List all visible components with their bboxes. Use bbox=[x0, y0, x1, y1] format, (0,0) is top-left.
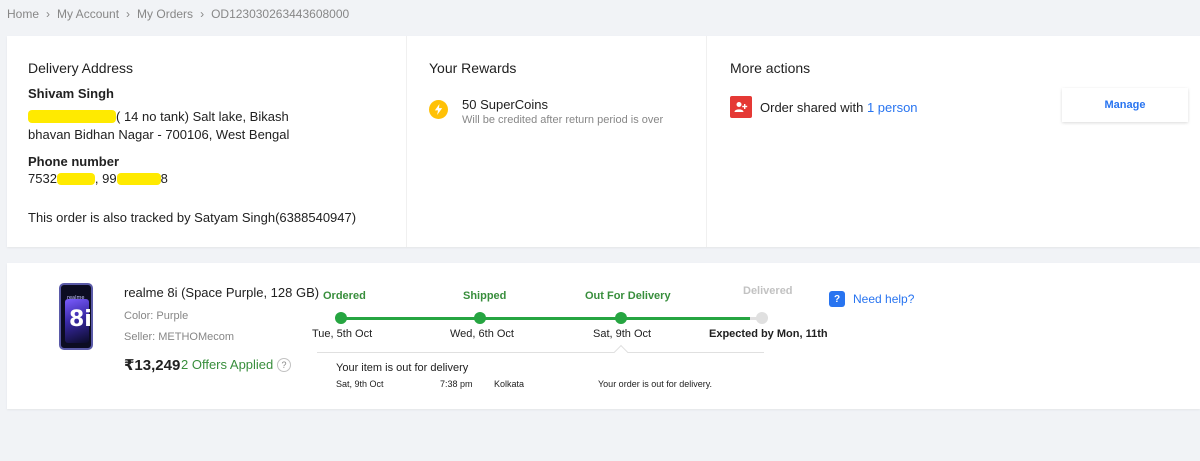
product-color: Color: Purple bbox=[124, 310, 189, 322]
rewards-title: Your Rewards bbox=[429, 60, 517, 76]
manage-button[interactable]: Manage bbox=[1062, 88, 1188, 122]
stage-delivered-dot bbox=[756, 312, 768, 324]
help-icon: ? bbox=[829, 291, 845, 307]
tracking-update-caret bbox=[613, 344, 629, 360]
offers-applied: 2 Offers Applied bbox=[181, 357, 274, 372]
need-help-link[interactable]: ? Need help? bbox=[829, 291, 914, 307]
offers-help-icon[interactable]: ? bbox=[277, 358, 291, 372]
product-price: ₹13,249 bbox=[124, 357, 181, 374]
phone-number-value: 7532 , 99 8 bbox=[28, 170, 406, 188]
product-image-brand: realme bbox=[67, 295, 85, 301]
redaction-mark bbox=[116, 173, 161, 185]
recipient-name: Shivam Singh bbox=[28, 86, 114, 101]
tracking-update-date: Sat, 9th Oct bbox=[336, 379, 384, 389]
tracking-update-time: 7:38 pm bbox=[440, 379, 473, 389]
chevron-right-icon: › bbox=[126, 7, 131, 21]
address-line-1: ( 14 no tank) Salt lake, Bikash bbox=[28, 108, 406, 126]
supercoins-note: Will be credited after return period is … bbox=[462, 114, 664, 126]
phone-mid: , 99 bbox=[94, 171, 117, 186]
product-title[interactable]: realme 8i (Space Purple, 128 GB) bbox=[124, 285, 319, 301]
phone-suffix: 8 bbox=[160, 171, 168, 186]
stage-out-for-delivery-dot bbox=[615, 312, 627, 324]
breadcrumb-home[interactable]: Home bbox=[7, 7, 39, 21]
stage-shipped-label: Shipped bbox=[463, 290, 507, 302]
breadcrumb-my-orders[interactable]: My Orders bbox=[137, 7, 193, 21]
more-actions-title: More actions bbox=[730, 60, 811, 76]
chevron-right-icon: › bbox=[46, 7, 51, 21]
tracking-update-title: Your item is out for delivery bbox=[336, 362, 469, 374]
rewards-section: Your Rewards 50 SuperCoins Will be credi… bbox=[407, 36, 707, 247]
tracking-update-message: Your order is out for delivery. bbox=[598, 379, 713, 389]
stage-out-for-delivery-date: Sat, 9th Oct bbox=[593, 328, 652, 340]
breadcrumb-order-id: OD123030263443608000 bbox=[211, 7, 350, 21]
tracking-update-divider bbox=[317, 352, 764, 353]
phone-prefix: 7532 bbox=[28, 171, 57, 186]
bolt-icon bbox=[429, 100, 448, 119]
product-image[interactable]: realme 8i bbox=[59, 283, 93, 350]
stage-ordered-dot bbox=[335, 312, 347, 324]
stage-delivered-label: Delivered bbox=[743, 285, 793, 297]
delivery-address-title: Delivery Address bbox=[28, 60, 134, 76]
address-line-1-text: ( 14 no tank) Salt lake, Bikash bbox=[116, 109, 289, 124]
product-seller: Seller: METHOMecom bbox=[124, 331, 235, 343]
shared-with-link[interactable]: 1 person bbox=[867, 100, 918, 115]
stage-ordered-date: Tue, 5th Oct bbox=[312, 328, 373, 340]
tracking-update-place: Kolkata bbox=[494, 379, 525, 389]
order-shared-text: Order shared with 1 person bbox=[760, 100, 918, 115]
reward-text: 50 SuperCoins Will be credited after ret… bbox=[462, 97, 663, 127]
redaction-mark bbox=[28, 110, 116, 123]
order-shared-label: Order shared with bbox=[760, 99, 867, 115]
tracked-by-note: This order is also tracked by Satyam Sin… bbox=[28, 210, 357, 225]
need-help-label: Need help? bbox=[853, 292, 915, 306]
stage-shipped-date: Wed, 6th Oct bbox=[450, 328, 514, 340]
supercoins-reward: 50 SuperCoins Will be credited after ret… bbox=[429, 97, 706, 127]
progress-line bbox=[346, 317, 750, 320]
order-details-card: Delivery Address Shivam Singh ( 14 no ta… bbox=[7, 36, 1200, 247]
breadcrumb: Home › My Account › My Orders › OD123030… bbox=[7, 7, 349, 21]
stage-delivered-expected: Expected by Mon, 11th bbox=[709, 328, 828, 340]
stage-out-for-delivery-label: Out For Delivery bbox=[585, 290, 671, 302]
chevron-right-icon: › bbox=[200, 7, 205, 21]
redaction-mark bbox=[56, 173, 95, 185]
stage-shipped-dot bbox=[474, 312, 486, 324]
order-item-card: realme 8i realme 8i (Space Purple, 128 G… bbox=[7, 263, 1200, 409]
product-image-number: 8i bbox=[69, 307, 92, 332]
phone-number-label: Phone number bbox=[28, 154, 120, 169]
breadcrumb-my-account[interactable]: My Account bbox=[57, 7, 119, 21]
delivery-address-section: Delivery Address Shivam Singh ( 14 no ta… bbox=[7, 36, 407, 247]
stage-ordered-label: Ordered bbox=[323, 290, 366, 302]
address-line-2: bhavan Bidhan Nagar - 700106, West Benga… bbox=[28, 127, 290, 142]
supercoins-amount: 50 SuperCoins bbox=[462, 97, 548, 112]
add-person-icon bbox=[730, 96, 752, 118]
more-actions-section: More actions Order shared with 1 person … bbox=[707, 36, 1200, 247]
